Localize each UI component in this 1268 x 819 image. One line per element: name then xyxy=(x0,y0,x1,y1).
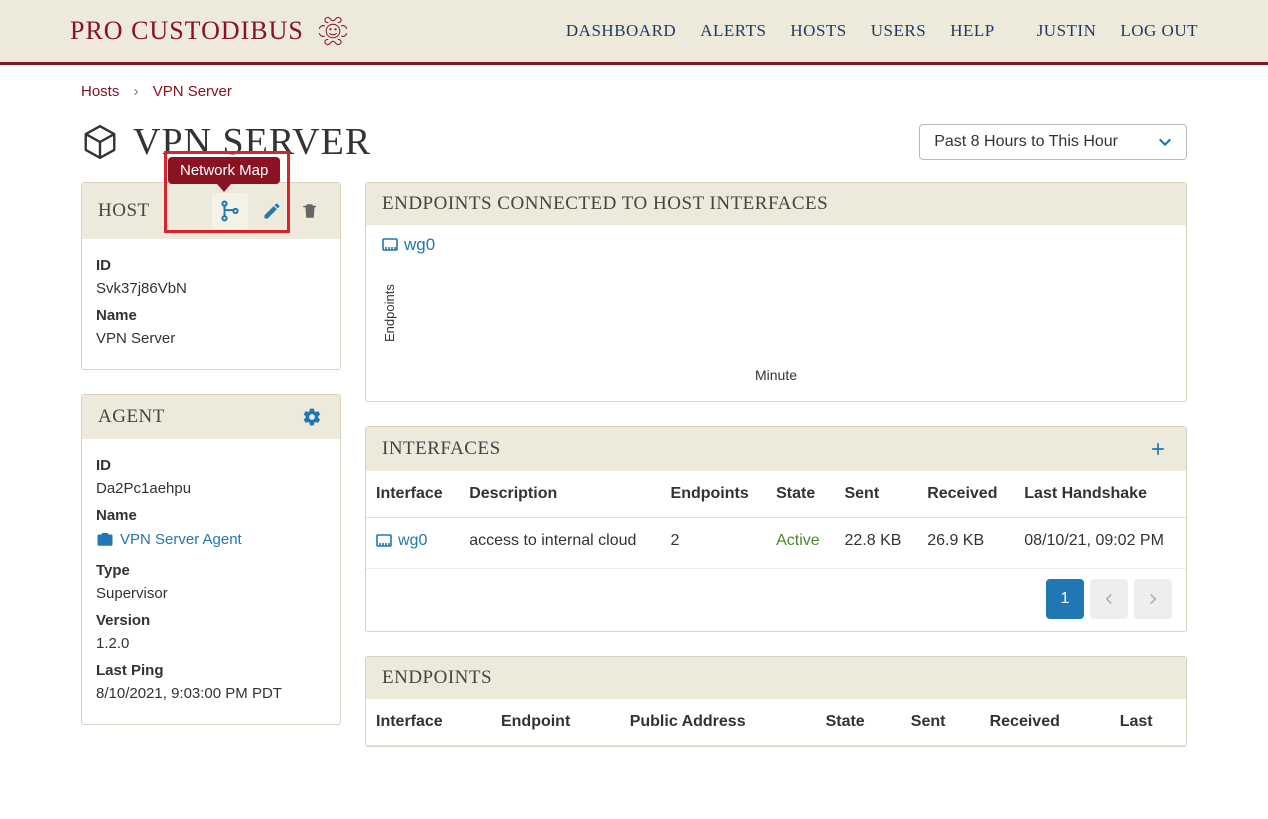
agent-panel-title: AGENT xyxy=(98,406,165,428)
cell-received: 26.9 KB xyxy=(917,518,1014,569)
col-handshake: Last Handshake xyxy=(1014,471,1186,518)
ep-col-sent: Sent xyxy=(901,699,980,746)
delete-host-button[interactable] xyxy=(296,193,324,229)
endpoints-panel: ENDPOINTS Interface Endpoint Public Addr… xyxy=(365,656,1187,747)
host-name-value: VPN Server xyxy=(96,330,326,347)
table-header-row: Interface Description Endpoints State Se… xyxy=(366,471,1186,518)
nav-hosts[interactable]: HOSTS xyxy=(790,21,846,41)
camera-icon xyxy=(96,530,114,548)
tooltip-network-map: Network Map xyxy=(168,157,280,184)
agent-id-label: ID xyxy=(96,457,326,474)
endpoints-title: ENDPOINTS xyxy=(382,667,492,689)
host-panel: HOST ID Svk37j86V xyxy=(81,182,341,370)
ep-col-state: State xyxy=(816,699,901,746)
col-sent: Sent xyxy=(834,471,917,518)
agent-lastping-value: 8/10/2021, 9:03:00 PM PDT xyxy=(96,685,326,702)
chart-x-label: Minute xyxy=(382,367,1170,383)
nic-icon xyxy=(382,237,398,253)
page-prev-button[interactable] xyxy=(1090,579,1128,619)
agent-name-link[interactable]: VPN Server Agent xyxy=(96,530,242,548)
cell-sent: 22.8 KB xyxy=(834,518,917,569)
host-id-value: Svk37j86VbN xyxy=(96,280,326,297)
timerange-label: Past 8 Hours to This Hour xyxy=(934,133,1118,151)
col-interface: Interface xyxy=(366,471,459,518)
nic-icon xyxy=(376,533,392,549)
agent-version-label: Version xyxy=(96,612,326,629)
cell-endpoints: 2 xyxy=(661,518,767,569)
agent-type-label: Type xyxy=(96,562,326,579)
agent-version-value: 1.2.0 xyxy=(96,635,326,652)
agent-name-label: Name xyxy=(96,507,326,524)
ep-col-interface: Interface xyxy=(366,699,491,746)
nav-alerts[interactable]: ALERTS xyxy=(700,21,766,41)
endpoints-chart-title: ENDPOINTS CONNECTED TO HOST INTERFACES xyxy=(382,193,828,215)
agent-id-value: Da2Pc1aehpu xyxy=(96,480,326,497)
breadcrumb-sep: › xyxy=(134,83,139,100)
host-panel-title: HOST xyxy=(98,200,150,222)
nav-current-user[interactable]: JUSTIN xyxy=(1037,21,1097,41)
page-1-button[interactable]: 1 xyxy=(1046,579,1084,619)
medusa-logo-icon xyxy=(316,14,350,48)
edit-host-button[interactable] xyxy=(254,193,290,229)
chart-y-label: Endpoints xyxy=(382,263,397,363)
nav-dashboard[interactable]: DASHBOARD xyxy=(566,21,676,41)
host-name-label: Name xyxy=(96,307,326,324)
col-endpoints: Endpoints xyxy=(661,471,767,518)
interfaces-title: INTERFACES xyxy=(382,438,501,460)
nav-help[interactable]: HELP xyxy=(950,21,995,41)
table-header-row: Interface Endpoint Public Address State … xyxy=(366,699,1186,746)
cell-description: access to internal cloud xyxy=(459,518,660,569)
nav-logout[interactable]: LOG OUT xyxy=(1120,21,1198,41)
add-interface-button[interactable] xyxy=(1146,437,1170,461)
chevron-down-icon xyxy=(1158,135,1172,149)
cell-state: Active xyxy=(766,518,834,569)
agent-lastping-label: Last Ping xyxy=(96,662,326,679)
ep-col-last: Last xyxy=(1110,699,1186,746)
ep-col-received: Received xyxy=(980,699,1110,746)
cell-handshake: 08/10/21, 09:02 PM xyxy=(1014,518,1186,569)
col-received: Received xyxy=(917,471,1014,518)
endpoints-chart xyxy=(403,263,1170,363)
page-next-button[interactable] xyxy=(1134,579,1172,619)
brand-text: PRO CUSTODIBUS xyxy=(70,16,304,46)
network-map-button[interactable] xyxy=(212,193,248,229)
table-row: wg0 access to internal cloud 2 Active 22… xyxy=(366,518,1186,569)
col-state: State xyxy=(766,471,834,518)
agent-settings-button[interactable] xyxy=(300,405,324,429)
chart-interface-link[interactable]: wg0 xyxy=(382,235,435,255)
col-description: Description xyxy=(459,471,660,518)
ep-col-endpoint: Endpoint xyxy=(491,699,620,746)
ep-col-public-address: Public Address xyxy=(620,699,816,746)
agent-type-value: Supervisor xyxy=(96,585,326,602)
host-id-label: ID xyxy=(96,257,326,274)
nav-users[interactable]: USERS xyxy=(871,21,926,41)
endpoints-chart-panel: ENDPOINTS CONNECTED TO HOST INTERFACES w… xyxy=(365,182,1187,402)
timerange-select[interactable]: Past 8 Hours to This Hour xyxy=(919,124,1187,160)
agent-panel: AGENT ID Da2Pc1aehpu Name VPN Server Age… xyxy=(81,394,341,725)
interface-row-link[interactable]: wg0 xyxy=(376,532,427,550)
interfaces-panel: INTERFACES Interface Description Endpoin… xyxy=(365,426,1187,632)
breadcrumb-root[interactable]: Hosts xyxy=(81,83,119,100)
breadcrumb-current[interactable]: VPN Server xyxy=(153,83,232,100)
cube-icon xyxy=(81,123,119,161)
breadcrumb: Hosts › VPN Server xyxy=(81,73,1187,106)
